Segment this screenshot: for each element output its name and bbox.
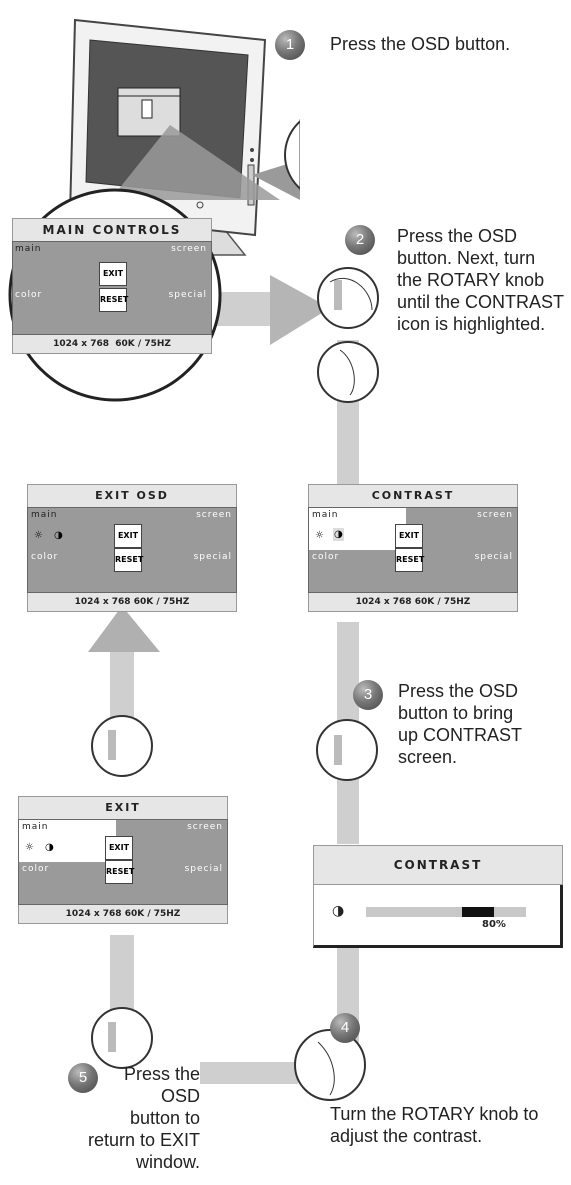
panel-contrast-resolution: 1024 x 768 60K / 75HZ [308,593,518,612]
special-label: special [474,552,513,562]
step-5-text: Press the OSD button to return to EXIT windo… [87,1064,200,1172]
step-4-text: Turn the ROTARY knob to adjust the contra… [330,1104,539,1146]
reset-button[interactable]: RESET [105,860,134,884]
special-label: special [168,290,207,300]
reset-button[interactable]: RESET [99,288,128,312]
contrast-screen: CONTRAST ◑ 80% [313,845,563,948]
screen-label: screen [196,510,232,520]
contrast-icon: ◑ [333,528,344,541]
exit-button[interactable]: EXIT [395,524,423,548]
special-label: special [184,864,223,874]
main-label: main [15,244,42,254]
screen-label: screen [187,822,223,832]
panel-exit-osd: EXIT OSD main screen color special ☼ ◑ E… [27,484,237,612]
main-label: main [22,822,49,832]
panel-contrast: CONTRAST main screen color special ☼ ◑ E… [308,484,518,612]
magnified-osd-resolution: 1024 x 768 60K / 75HZ [12,335,212,354]
step-3-text: Press the OSD button to bring up CONTRAST s… [398,681,523,767]
contrast-icon: ◑ [54,530,63,541]
step-2-text: Press the OSD button. Next, turn the ROTAR… [397,226,565,334]
contrast-screen-title: CONTRAST [313,845,563,885]
screen-label: screen [171,244,207,254]
instruction-diagram: MAIN CONTROLS main screen color special … [0,0,571,1185]
panel-contrast-title: CONTRAST [308,484,518,507]
panel-exit-osd-resolution: 1024 x 768 60K / 75HZ [27,593,237,612]
exit-button[interactable]: EXIT [99,262,127,286]
color-label: color [22,864,50,874]
step-1-text: Press the OSD button. [330,34,511,54]
panel-exit-osd-title: EXIT OSD [27,484,237,507]
panel-exit-resolution: 1024 x 768 60K / 75HZ [18,905,228,924]
main-label: main [312,510,339,520]
brightness-icon: ☼ [34,530,43,541]
exit-button[interactable]: EXIT [105,836,133,860]
special-label: special [193,552,232,562]
color-label: color [31,552,59,562]
reset-button[interactable]: RESET [395,548,424,572]
main-label: main [31,510,58,520]
brightness-icon: ☼ [315,530,324,541]
exit-button[interactable]: EXIT [114,524,142,548]
color-label: color [312,552,340,562]
contrast-percent: 80% [482,919,506,930]
step-1-badge: 1 [275,30,305,60]
magnified-osd-title: MAIN CONTROLS [12,218,212,241]
reset-button[interactable]: RESET [114,548,143,572]
brightness-icon: ☼ [25,842,34,853]
screen-label: screen [477,510,513,520]
contrast-slider[interactable] [366,907,526,917]
panel-exit: EXIT main screen color special ☼ ◑ EXIT … [18,796,228,924]
contrast-icon: ◑ [45,842,54,853]
step-4-badge: 4 [330,1013,360,1043]
contrast-icon: ◑ [332,903,345,919]
step-3-badge: 3 [353,680,383,710]
panel-exit-title: EXIT [18,796,228,819]
step-2-badge: 2 [345,225,375,255]
magnified-osd: MAIN CONTROLS main screen color special … [12,218,212,354]
color-label: color [15,290,43,300]
